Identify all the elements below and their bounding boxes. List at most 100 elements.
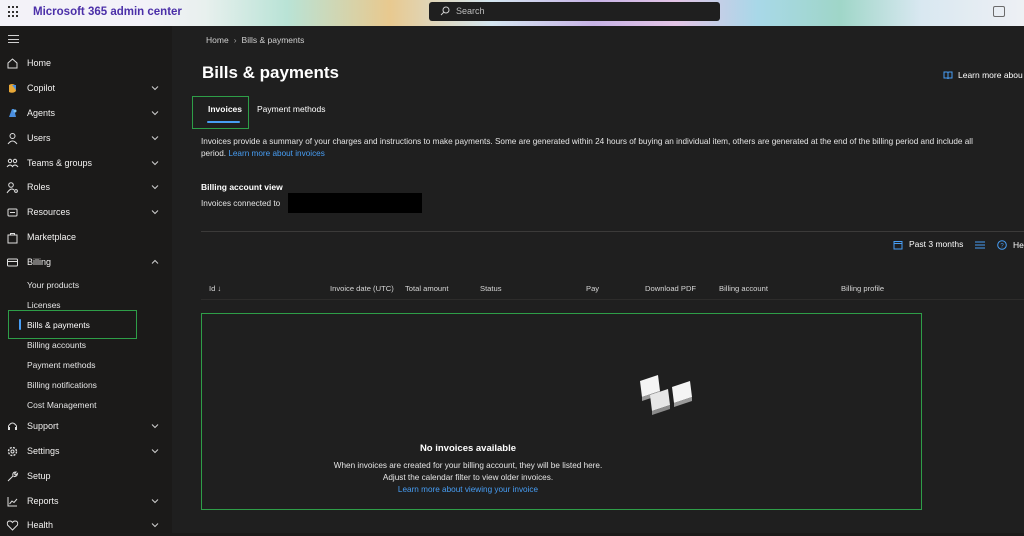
agents-icon xyxy=(9,109,17,117)
empty-invoices-illustration-icon xyxy=(640,375,692,415)
redacted-account-name xyxy=(288,193,422,213)
sidebar-item-label: Home xyxy=(27,58,52,68)
highlight-box-tab xyxy=(192,96,249,129)
sidebar-subitem-payment-methods[interactable]: Payment methods xyxy=(0,356,172,374)
sidebar-item-health[interactable]: Health xyxy=(0,516,172,536)
learn-more-invoices-link[interactable]: Learn more about invoices xyxy=(228,149,325,158)
sidebar-item-label: Health xyxy=(27,520,54,530)
chevron-up-icon[interactable] xyxy=(150,257,160,267)
chevron-down-icon[interactable] xyxy=(150,83,160,93)
sidebar-item-marketplace[interactable]: Marketplace xyxy=(0,228,172,248)
learn-more-viewing-invoice-link[interactable]: Learn more about viewing your invoice xyxy=(1,485,935,494)
sidebar-item-support[interactable]: Support xyxy=(0,417,172,437)
breadcrumb-home[interactable]: Home xyxy=(206,35,229,45)
chevron-down-icon[interactable] xyxy=(150,108,160,118)
section-divider xyxy=(201,231,1024,232)
description-line: period. xyxy=(201,149,227,158)
app-launcher-icon[interactable] xyxy=(8,6,20,18)
people-icon xyxy=(6,158,19,168)
column-header-billing-account[interactable]: Billing account xyxy=(719,284,768,293)
empty-state-message: Adjust the calendar filter to view older… xyxy=(382,473,554,482)
sidebar-item-billing[interactable]: Billing xyxy=(0,253,172,273)
column-header-download-pdf[interactable]: Download PDF xyxy=(645,284,696,293)
app-title[interactable]: Microsoft 365 admin center xyxy=(33,6,182,18)
person-icon xyxy=(7,133,18,145)
terminal-icon[interactable] xyxy=(993,6,1005,17)
person-key-icon xyxy=(6,182,18,194)
column-header-id[interactable]: Id ↓ xyxy=(209,284,221,293)
breadcrumb: Home › Bills & payments xyxy=(206,35,304,45)
table-header-divider xyxy=(201,299,1024,300)
resources-icon xyxy=(7,208,18,217)
help-icon[interactable]: ? xyxy=(997,240,1007,250)
sidebar-item-teams-groups[interactable]: Teams & groups xyxy=(0,154,172,174)
billing-account-view-text: Invoices connected to xyxy=(201,199,281,208)
sidebar-subitem-label: Licenses xyxy=(27,300,61,310)
sidebar-item-label: Reports xyxy=(27,496,59,506)
sidebar-item-label: Copilot xyxy=(27,83,56,93)
sidebar-subitem-billing-notifications[interactable]: Billing notifications xyxy=(0,376,172,394)
search-input[interactable]: Search xyxy=(456,6,485,16)
column-header-pay[interactable]: Pay xyxy=(586,284,599,293)
headset-icon xyxy=(8,422,17,430)
sidebar-subitem-label: Your products xyxy=(27,280,80,290)
sidebar-subitem-label: Billing accounts xyxy=(27,340,87,350)
sidebar-item-label: Teams & groups xyxy=(27,158,93,168)
page-title: Bills & payments xyxy=(202,63,339,82)
tab-payment-methods[interactable]: Payment methods xyxy=(257,104,326,114)
calendar-icon xyxy=(893,241,903,250)
column-header-status[interactable]: Status xyxy=(480,284,502,293)
list-view-icon[interactable] xyxy=(975,241,985,249)
hamburger-menu-icon[interactable] xyxy=(8,35,19,43)
learn-more-link[interactable]: Learn more abou xyxy=(958,70,1023,80)
sidebar-subitem-cost-management[interactable]: Cost Management xyxy=(0,396,172,414)
sidebar-item-label: Roles xyxy=(27,182,51,192)
column-header-invoice-date[interactable]: Invoice date (UTC) xyxy=(330,284,394,293)
chevron-down-icon[interactable] xyxy=(150,182,160,192)
chart-icon xyxy=(7,497,18,507)
sidebar-item-label: Users xyxy=(27,133,51,143)
sidebar-item-label: Marketplace xyxy=(27,232,77,242)
shopping-bag-icon xyxy=(7,233,18,244)
sidebar-subitem-label: Billing notifications xyxy=(27,380,97,390)
search-box[interactable]: Search xyxy=(429,2,720,21)
sidebar-item-label: Billing xyxy=(27,257,52,267)
top-bar: Microsoft 365 admin center Search xyxy=(0,0,1024,26)
help-button-label[interactable]: He xyxy=(1013,240,1024,250)
home-icon xyxy=(7,58,18,69)
search-icon xyxy=(440,6,450,16)
chevron-down-icon[interactable] xyxy=(150,496,160,506)
chevron-down-icon[interactable] xyxy=(150,133,160,143)
chevron-down-icon[interactable] xyxy=(150,421,160,431)
billing-icon xyxy=(7,258,18,267)
breadcrumb-current: Bills & payments xyxy=(241,35,305,45)
sidebar-item-copilot[interactable]: Copilot xyxy=(0,79,172,99)
sidebar-item-users[interactable]: Users xyxy=(0,129,172,149)
sidebar-item-label: Resources xyxy=(27,207,71,217)
empty-state-title: No invoices available xyxy=(419,443,517,454)
description-line: Invoices provide a summary of your charg… xyxy=(201,137,973,146)
sidebar-subitem-label: Cost Management xyxy=(27,400,97,410)
column-header-billing-profile[interactable]: Billing profile xyxy=(841,284,884,293)
sidebar-item-reports[interactable]: Reports xyxy=(0,492,172,512)
sidebar-subitem-label: Payment methods xyxy=(27,360,96,370)
sidebar-subitem-your-products[interactable]: Your products xyxy=(0,276,172,294)
chevron-right-icon: › xyxy=(233,35,237,45)
sidebar-item-home[interactable]: Home xyxy=(0,54,172,74)
invoices-description: Invoices provide a summary of your charg… xyxy=(201,136,1024,160)
sidebar-item-agents[interactable]: Agents xyxy=(0,104,172,124)
sidebar-item-label: Agents xyxy=(27,108,56,118)
highlight-box-sidebar xyxy=(8,310,137,339)
sidebar-item-resources[interactable]: Resources xyxy=(0,203,172,223)
chevron-down-icon[interactable] xyxy=(150,207,160,217)
chevron-down-icon[interactable] xyxy=(150,520,160,530)
billing-account-view-title: Billing account view xyxy=(201,182,283,192)
heart-pulse-icon xyxy=(6,520,19,531)
book-icon xyxy=(943,71,953,80)
chevron-down-icon[interactable] xyxy=(150,158,160,168)
sidebar: Home Copilot Agents Users Teams & groups… xyxy=(0,26,172,533)
date-filter-button[interactable]: Past 3 months xyxy=(909,239,963,249)
sidebar-item-roles[interactable]: Roles xyxy=(0,178,172,198)
copilot-icon xyxy=(9,84,16,93)
column-header-total-amount[interactable]: Total amount xyxy=(405,284,448,293)
